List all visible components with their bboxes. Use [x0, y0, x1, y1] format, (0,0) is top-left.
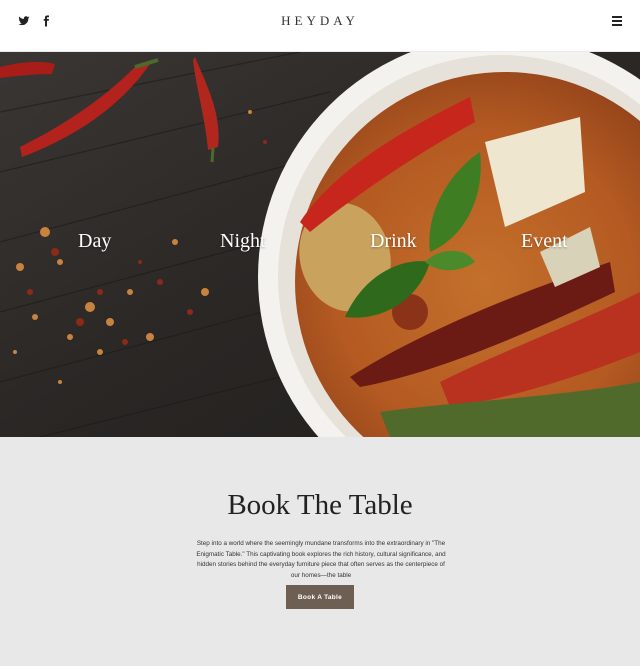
booking-section: Book The Table Step into a world where t…: [0, 437, 640, 666]
nav-drink[interactable]: Drink: [370, 230, 417, 253]
booking-description: Step into a world where the seemingly mu…: [196, 540, 446, 579]
brand-logo[interactable]: HEYDAY: [0, 13, 640, 29]
nav-day[interactable]: Day: [78, 230, 111, 253]
site-header: HEYDAY: [0, 0, 640, 52]
hamburger-menu-icon[interactable]: [612, 16, 622, 26]
nav-event[interactable]: Event: [521, 230, 568, 253]
hero-section: Day Night Drink Event: [0, 52, 640, 437]
hero-nav: Day Night Drink Event: [0, 230, 640, 254]
book-a-table-button[interactable]: Book A Table: [286, 585, 354, 609]
booking-title: Book The Table: [227, 489, 413, 521]
nav-night[interactable]: Night: [220, 230, 266, 253]
